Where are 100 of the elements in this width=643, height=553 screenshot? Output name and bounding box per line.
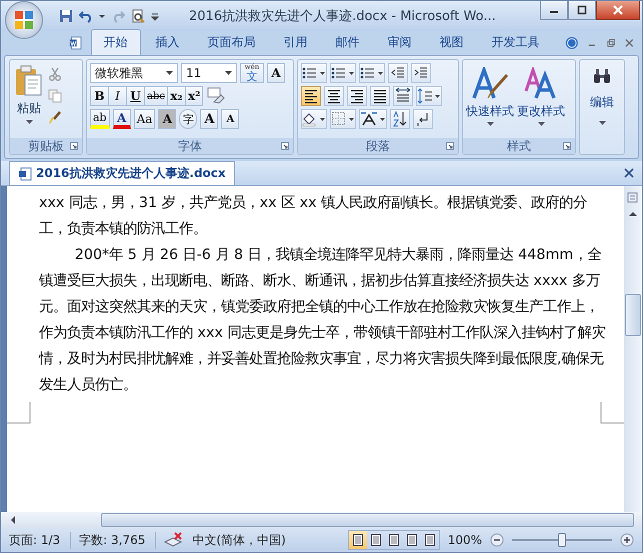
asian-layout-icon (360, 111, 386, 127)
document-icon[interactable] (69, 35, 83, 51)
ribbon-tab[interactable]: 插入 (142, 29, 193, 55)
scroll-thumb[interactable] (101, 513, 634, 527)
print-layout-icon[interactable] (348, 531, 367, 549)
scroll-thumb[interactable] (625, 294, 641, 336)
align-right-icon[interactable] (347, 86, 367, 106)
close-icon[interactable] (624, 168, 634, 178)
format-button[interactable]: x² (184, 86, 204, 106)
format-button[interactable]: A (221, 109, 240, 129)
group-label: 字体 (178, 138, 202, 154)
alignment-icon (326, 87, 342, 105)
zoom-level[interactable]: 100% (448, 533, 482, 547)
ruler-toggle-icon[interactable] (626, 190, 640, 204)
undo-icon[interactable] (79, 9, 93, 23)
dialog-launcher-icon[interactable] (281, 142, 289, 150)
word-count[interactable]: 字数: 3,765 (79, 532, 156, 548)
restore-icon[interactable] (606, 38, 616, 48)
vertical-scrollbar[interactable] (624, 186, 642, 512)
crop-mark-icon (7, 402, 31, 424)
sort-icon (392, 111, 408, 127)
minimize-button[interactable] (540, 1, 568, 20)
line-spacing-button[interactable] (416, 86, 442, 106)
line-spacing-icon (417, 88, 441, 104)
language-indicator[interactable]: 中文(简体，中国) (192, 532, 296, 548)
font-name-dropdown[interactable]: 微软雅黑 (90, 63, 178, 83)
scroll-up-icon[interactable] (628, 210, 638, 218)
format-button[interactable]: 字 (179, 109, 198, 129)
multilevel-list-button[interactable] (359, 63, 385, 83)
maximize-button[interactable] (568, 1, 596, 20)
close-icon (612, 5, 624, 15)
page-count[interactable]: 页面: 1/3 (9, 532, 72, 548)
page-icon (370, 534, 382, 546)
format-button[interactable]: I (108, 86, 126, 106)
sort-button[interactable] (390, 109, 410, 129)
ribbon-tab[interactable]: 审阅 (374, 29, 425, 55)
alignment-icon (349, 87, 365, 105)
zoom-out-icon[interactable] (490, 533, 504, 547)
close-button[interactable] (596, 1, 640, 20)
zoom-in-icon[interactable] (620, 533, 634, 547)
format-button[interactable]: ab (90, 109, 110, 129)
ribbon-tab[interactable]: 页面布局 (194, 29, 269, 55)
dialog-launcher-icon[interactable] (70, 142, 78, 150)
font-size-dropdown[interactable]: 11 (181, 63, 237, 83)
binoculars-icon (593, 68, 611, 84)
help-icon[interactable] (564, 35, 578, 51)
align-center-icon[interactable] (324, 86, 344, 106)
alignment-icon (372, 87, 388, 105)
proofing-icon[interactable] (164, 532, 184, 548)
show-marks-button[interactable] (413, 109, 433, 129)
distributed-button[interactable] (393, 86, 413, 106)
format-button[interactable]: B (90, 86, 108, 106)
caret-icon (26, 120, 32, 125)
paintbrush-icon[interactable] (48, 111, 62, 125)
asian-layout-button[interactable] (359, 109, 387, 129)
save-icon[interactable] (59, 9, 73, 23)
ribbon-tab[interactable]: 开始 (90, 29, 141, 55)
justify-icon[interactable] (370, 86, 390, 106)
dialog-launcher-icon[interactable] (563, 142, 571, 150)
paste-button[interactable]: 粘贴 (13, 63, 45, 135)
align-left-icon[interactable] (301, 86, 321, 106)
ribbon-tab[interactable]: 开发工具 (478, 29, 553, 55)
shading-button[interactable] (301, 109, 327, 129)
quick-styles-button[interactable]: 快速样式 (466, 63, 514, 135)
format-button[interactable]: A (112, 109, 131, 129)
ribbon-tab[interactable]: 引用 (270, 29, 321, 55)
ribbon-tab[interactable]: 视图 (426, 29, 477, 55)
format-button[interactable]: A (158, 109, 176, 129)
window-title: 2016抗洪救灾先进个人事迹.docx - Microsoft Wo... (189, 8, 496, 25)
format-button[interactable]: Aa (134, 109, 156, 129)
document-tab[interactable]: 2016抗洪救灾先进个人事迹.docx (9, 161, 235, 185)
format-button[interactable]: abc (144, 86, 167, 106)
change-styles-icon (524, 67, 558, 101)
dialog-launcher-icon[interactable] (446, 142, 454, 150)
increase-indent-button[interactable] (411, 63, 431, 83)
page-icon (406, 534, 418, 546)
paragraph: 200*年 5 月 26 日-6 月 8 日，我镇全境连降罕见特大暴雨，降雨量达 448mm，全镇遭受巨大损失，出现断电、断路、断水、断通讯，据初步估算直接经济损失达 xxxx 多万元。面对这突然其来的天灾，镇党委政府把全镇的中心工作放在抢险救灾恢复生产工作上，作为负责本镇防汛工作的 xxx 同志更是身先士卒，带领镇干部驻村工作队深入挂钩村了解灾情，及时为村民排忧解难，并妥善处置抢险救灾事宜，尽力将灾害损失降到最低限度,确保无发生人员伤亡。 (39, 246, 606, 395)
bullets-button[interactable] (301, 63, 327, 83)
format-button[interactable]: U (126, 86, 144, 106)
ribbon-tab[interactable]: 邮件 (322, 29, 373, 55)
clear-formatting-icon[interactable] (206, 86, 226, 106)
office-button[interactable] (5, 1, 43, 39)
group-label: 剪贴板 (28, 138, 64, 154)
format-button[interactable]: A (200, 109, 218, 129)
outdent-icon (391, 66, 405, 80)
page-icon (424, 534, 436, 546)
change-styles-button[interactable]: 更改样式 (517, 63, 565, 135)
character-border-button[interactable]: A (267, 63, 285, 83)
numbering-button[interactable] (330, 63, 356, 83)
print-preview-icon[interactable] (131, 9, 145, 23)
horizontal-scrollbar[interactable] (1, 512, 642, 528)
styles-icon (471, 67, 509, 101)
format-button[interactable]: x₂ (166, 86, 185, 106)
close-icon[interactable] (625, 38, 634, 48)
list-icon (302, 66, 326, 80)
editing-button[interactable]: 编辑 (580, 60, 624, 154)
paint-bucket-icon (302, 111, 326, 127)
decrease-indent-button[interactable] (388, 63, 408, 83)
scroll-left-icon[interactable] (9, 515, 17, 525)
zoom-slider-thumb[interactable] (558, 533, 566, 547)
